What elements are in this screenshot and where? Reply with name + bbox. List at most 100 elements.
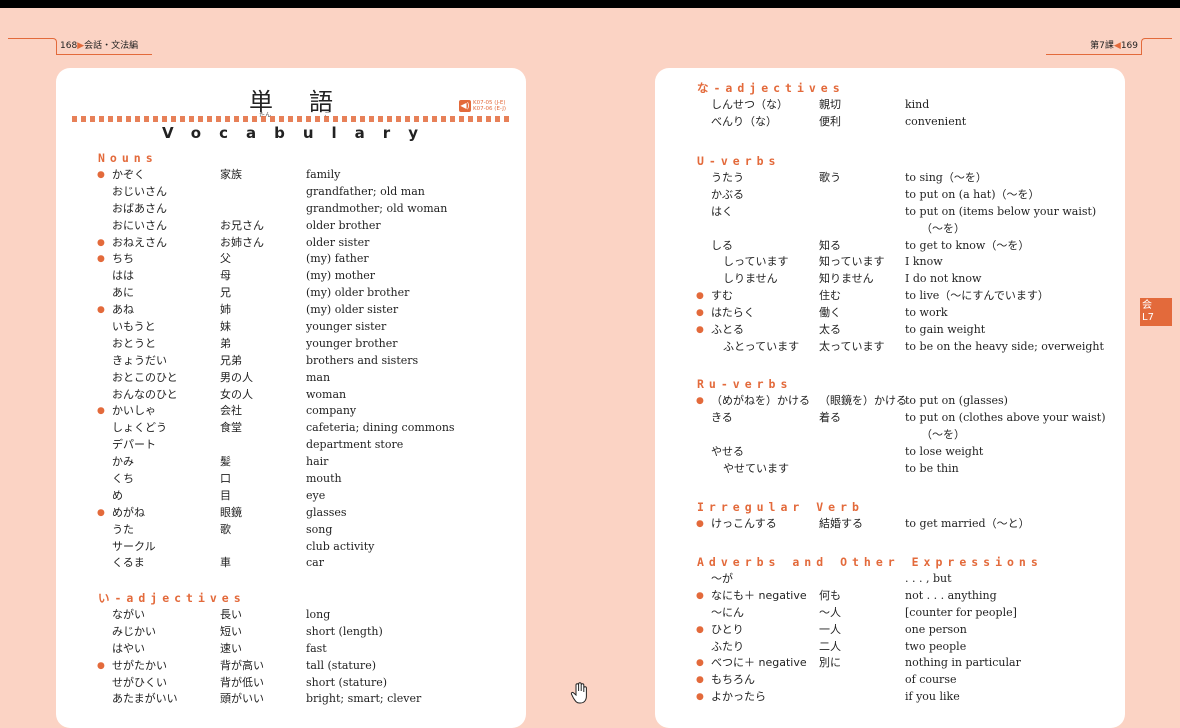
- entry-english: club activity: [306, 539, 375, 553]
- entry-kanji: 食堂: [220, 421, 242, 435]
- vocab-entry: ● ひとり 一人 one person: [696, 622, 1043, 639]
- entry-english: (my) older sister: [306, 303, 399, 317]
- vocab-entry: はく to put on (items below your waist): [697, 204, 1096, 221]
- entry-kana: めがね: [112, 505, 145, 519]
- vocab-entry: べんり（な） 便利 convenient: [697, 114, 966, 131]
- section-title: い-adjectives: [98, 591, 246, 605]
- important-dot-icon: ●: [97, 254, 105, 265]
- entry-kanji: 二人: [819, 639, 841, 653]
- entry-english: tall (stature): [306, 658, 376, 672]
- entry-kanji: 働く: [819, 306, 841, 320]
- important-dot-icon: ●: [97, 660, 105, 671]
- entry-kana: ～にん: [711, 605, 744, 619]
- entry-kana: せがひくい: [112, 675, 167, 689]
- entry-kanji: お姉さん: [220, 235, 264, 249]
- vocab-section: Irregular Verb ● けっこんする 結婚する to get married（…: [696, 499, 1030, 533]
- side-tab-lesson: L7: [1142, 312, 1154, 323]
- vocab-entry: ● けっこんする 結婚する to get married（～と）: [696, 516, 1030, 533]
- entry-kana: うたう: [711, 171, 744, 184]
- left-page-number: 168: [60, 41, 78, 51]
- important-dot-icon: ●: [97, 507, 105, 518]
- entry-english: one person: [905, 622, 967, 636]
- entry-english: nothing in particular: [905, 656, 1021, 670]
- entry-english: (my) mother: [306, 269, 376, 283]
- entry-kana: けっこんする: [711, 517, 777, 530]
- entry-english: (my) older brother: [306, 286, 410, 300]
- entry-english: (my) father: [306, 252, 369, 266]
- vocab-entry: ～にん ～人 [counter for people]: [697, 605, 1043, 622]
- entry-english: glasses: [306, 505, 347, 519]
- entry-english: hair: [306, 455, 329, 469]
- vocab-entry: ● せがたかい 背が高い tall (stature): [97, 658, 376, 675]
- vocab-entry: ● すむ 住む to live（～にすんでいます）: [696, 288, 1049, 305]
- top-black-bar: [0, 0, 1180, 8]
- entry-english: to lose weight: [905, 444, 984, 458]
- entry-kana: ひとり: [711, 622, 744, 636]
- entry-kana: はは: [112, 269, 134, 283]
- section-title: Nouns: [98, 151, 158, 165]
- entry-kanji: 目: [220, 488, 231, 502]
- vocab-entry: うたう 歌う to sing（～を）: [697, 170, 987, 187]
- important-dot-icon: ●: [696, 624, 704, 635]
- entry-kanji: 速い: [220, 641, 242, 655]
- entry-kana: デパート: [112, 438, 156, 452]
- entry-kanji: 知っています: [819, 255, 885, 269]
- vocab-entry: おじいさん grandfather; old man: [98, 184, 425, 201]
- entry-english: to put on (a hat)（～を）: [905, 187, 1040, 201]
- entry-english: （～を）: [921, 221, 965, 235]
- entry-english: of course: [905, 673, 957, 687]
- entry-kanji: 背が低い: [220, 675, 264, 689]
- vocab-entry: ふとっています 太っています to be on the heavy side; ov…: [697, 339, 1104, 356]
- vocab-entry: デパート department store: [98, 437, 403, 454]
- entry-kana: いもうと: [112, 320, 156, 334]
- entry-kana: ～が: [711, 572, 733, 585]
- entry-english: younger sister: [306, 320, 387, 334]
- audio-track-label: ◀) K07-05 (J-E) K07-06 (E-J): [458, 100, 506, 112]
- entry-kana: くるま: [112, 556, 145, 570]
- entry-kana: べんり（な）: [711, 114, 777, 128]
- entry-kana: （めがねを）かける: [711, 394, 810, 407]
- entry-kana: ふとる: [711, 323, 744, 337]
- vocab-entry: ふたり 二人 two people: [697, 639, 1043, 656]
- left-page-header: 168▶会話・文法編: [60, 38, 138, 51]
- important-dot-icon: ●: [696, 590, 704, 601]
- entry-kanji: 別に: [819, 656, 841, 670]
- entry-kanji: 頭がいい: [220, 692, 264, 706]
- vocab-entry: （～を）: [697, 221, 965, 238]
- entry-english: two people: [905, 639, 967, 653]
- entry-kanji: 知る: [819, 238, 841, 252]
- vocab-section: い-adjectives ながい 長い long みじかい 短い short (length…: [97, 590, 421, 708]
- vocab-entry: おとうと 弟 younger brother: [98, 336, 398, 353]
- entry-english: bright; smart; clever: [306, 692, 422, 706]
- vocab-section: Ru-verbs ● （めがねを）かける （眼鏡を）かける to put on (gla…: [696, 376, 1106, 477]
- entry-kanji: 母: [220, 269, 231, 283]
- vocab-entry: しっています 知っています I know: [697, 254, 943, 271]
- audio-track-ej: K07-06 (E-J): [472, 106, 506, 112]
- vocab-entry: おとこのひと 男の人 man: [98, 370, 330, 387]
- vocab-section: Nouns ● かぞく 家族 family おじいさん grandfather; old m…: [97, 150, 455, 572]
- entry-english: [counter for people]: [905, 605, 1017, 619]
- vocab-entry: かみ 髪 hair: [98, 454, 328, 471]
- entry-kanji: 着る: [819, 410, 841, 424]
- entry-kanji: 太っています: [819, 339, 885, 353]
- entry-kanji: 姉: [220, 303, 231, 317]
- section-title: な-adjectives: [697, 81, 845, 95]
- entry-kanji: 太る: [819, 323, 841, 337]
- entry-kana: もちろん: [711, 673, 755, 687]
- right-page-number: 169: [1120, 41, 1138, 51]
- entry-kana: やせています: [723, 461, 789, 475]
- entry-english: to put on (glasses): [905, 394, 1008, 407]
- entry-kanji: 歌う: [819, 171, 841, 184]
- entry-kana: せがたかい: [112, 658, 167, 672]
- vocab-entry: ● かぞく 家族 family: [97, 167, 340, 184]
- vocab-section: な-adjectives しんせつ（な） 親切 kind べんり（な） 便利 conveni…: [697, 80, 966, 131]
- entry-kana: あに: [112, 286, 134, 300]
- entry-english: song: [306, 522, 333, 536]
- entry-english: younger brother: [306, 336, 398, 350]
- entry-english: department store: [306, 438, 404, 452]
- entry-kanji: 親切: [819, 98, 841, 111]
- vocab-entry: ● あね 姉 (my) older sister: [97, 302, 398, 319]
- entry-kanji: 父: [220, 252, 231, 266]
- entry-english: to sing（～を）: [905, 171, 987, 184]
- entry-kanji: 家族: [220, 168, 242, 181]
